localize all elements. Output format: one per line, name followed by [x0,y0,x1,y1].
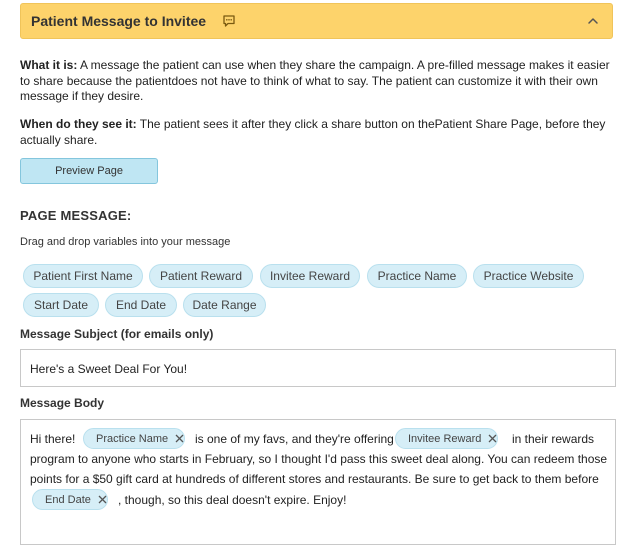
chevron-up-icon[interactable] [586,14,600,28]
remove-icon[interactable] [175,434,184,443]
body-text-segment: , though, so this deal doesn't expire. E… [118,493,347,507]
variable-chip-invitee-reward[interactable]: Invitee Reward [260,264,360,288]
when-seen-text: When do they see it: The patient sees it… [20,117,620,148]
body-text-segment: is one of my favs, and they're offering [195,432,394,446]
remove-icon[interactable] [488,434,497,443]
inline-variable-label: End Date [45,493,91,506]
section-title: Patient Message to Invitee [31,13,207,29]
variable-chip-date-range[interactable]: Date Range [183,293,266,317]
message-body-editor[interactable]: Hi there! Practice Name is one of my fav… [20,419,616,545]
variable-chip-end-date[interactable]: End Date [105,293,177,317]
variable-chip-patient-reward[interactable]: Patient Reward [149,264,253,288]
body-text-line: program to anyone who starts in February… [30,452,608,466]
chat-icon [223,15,235,27]
what-it-is-text: What it is: A message the patient can us… [20,58,620,105]
inline-variable-practice-name[interactable]: Practice Name [83,428,186,449]
inline-variable-label: Practice Name [96,432,169,445]
variable-chip-start-date[interactable]: Start Date [23,293,99,317]
inline-variable-end-date[interactable]: End Date [32,489,108,510]
what-it-is-description: A message the patient can use when they … [20,58,610,103]
variable-chip-practice-website[interactable]: Practice Website [473,264,584,288]
inline-variable-invitee-reward[interactable]: Invitee Reward [395,428,499,449]
page-message-heading: PAGE MESSAGE: [20,208,132,223]
subject-label: Message Subject (for emails only) [20,327,214,341]
when-seen-label: When do they see it: [20,117,137,131]
body-text-segment: Hi there! [30,432,76,446]
section-header[interactable]: Patient Message to Invitee [20,3,613,39]
body-text-line: points for a $50 gift card at hundreds o… [30,472,599,486]
what-it-is-label: What it is: [20,58,78,72]
body-label: Message Body [20,396,105,410]
inline-variable-label: Invitee Reward [408,432,482,445]
subject-input[interactable]: Here's a Sweet Deal For You! [20,349,616,387]
variable-chip-practice-name[interactable]: Practice Name [367,264,467,288]
variable-chip-patient-first-name[interactable]: Patient First Name [23,264,143,288]
preview-page-button[interactable]: Preview Page [20,158,158,184]
body-text-segment: in their rewards [512,432,595,446]
remove-icon[interactable] [98,495,107,504]
drag-drop-help-text: Drag and drop variables into your messag… [20,236,231,248]
